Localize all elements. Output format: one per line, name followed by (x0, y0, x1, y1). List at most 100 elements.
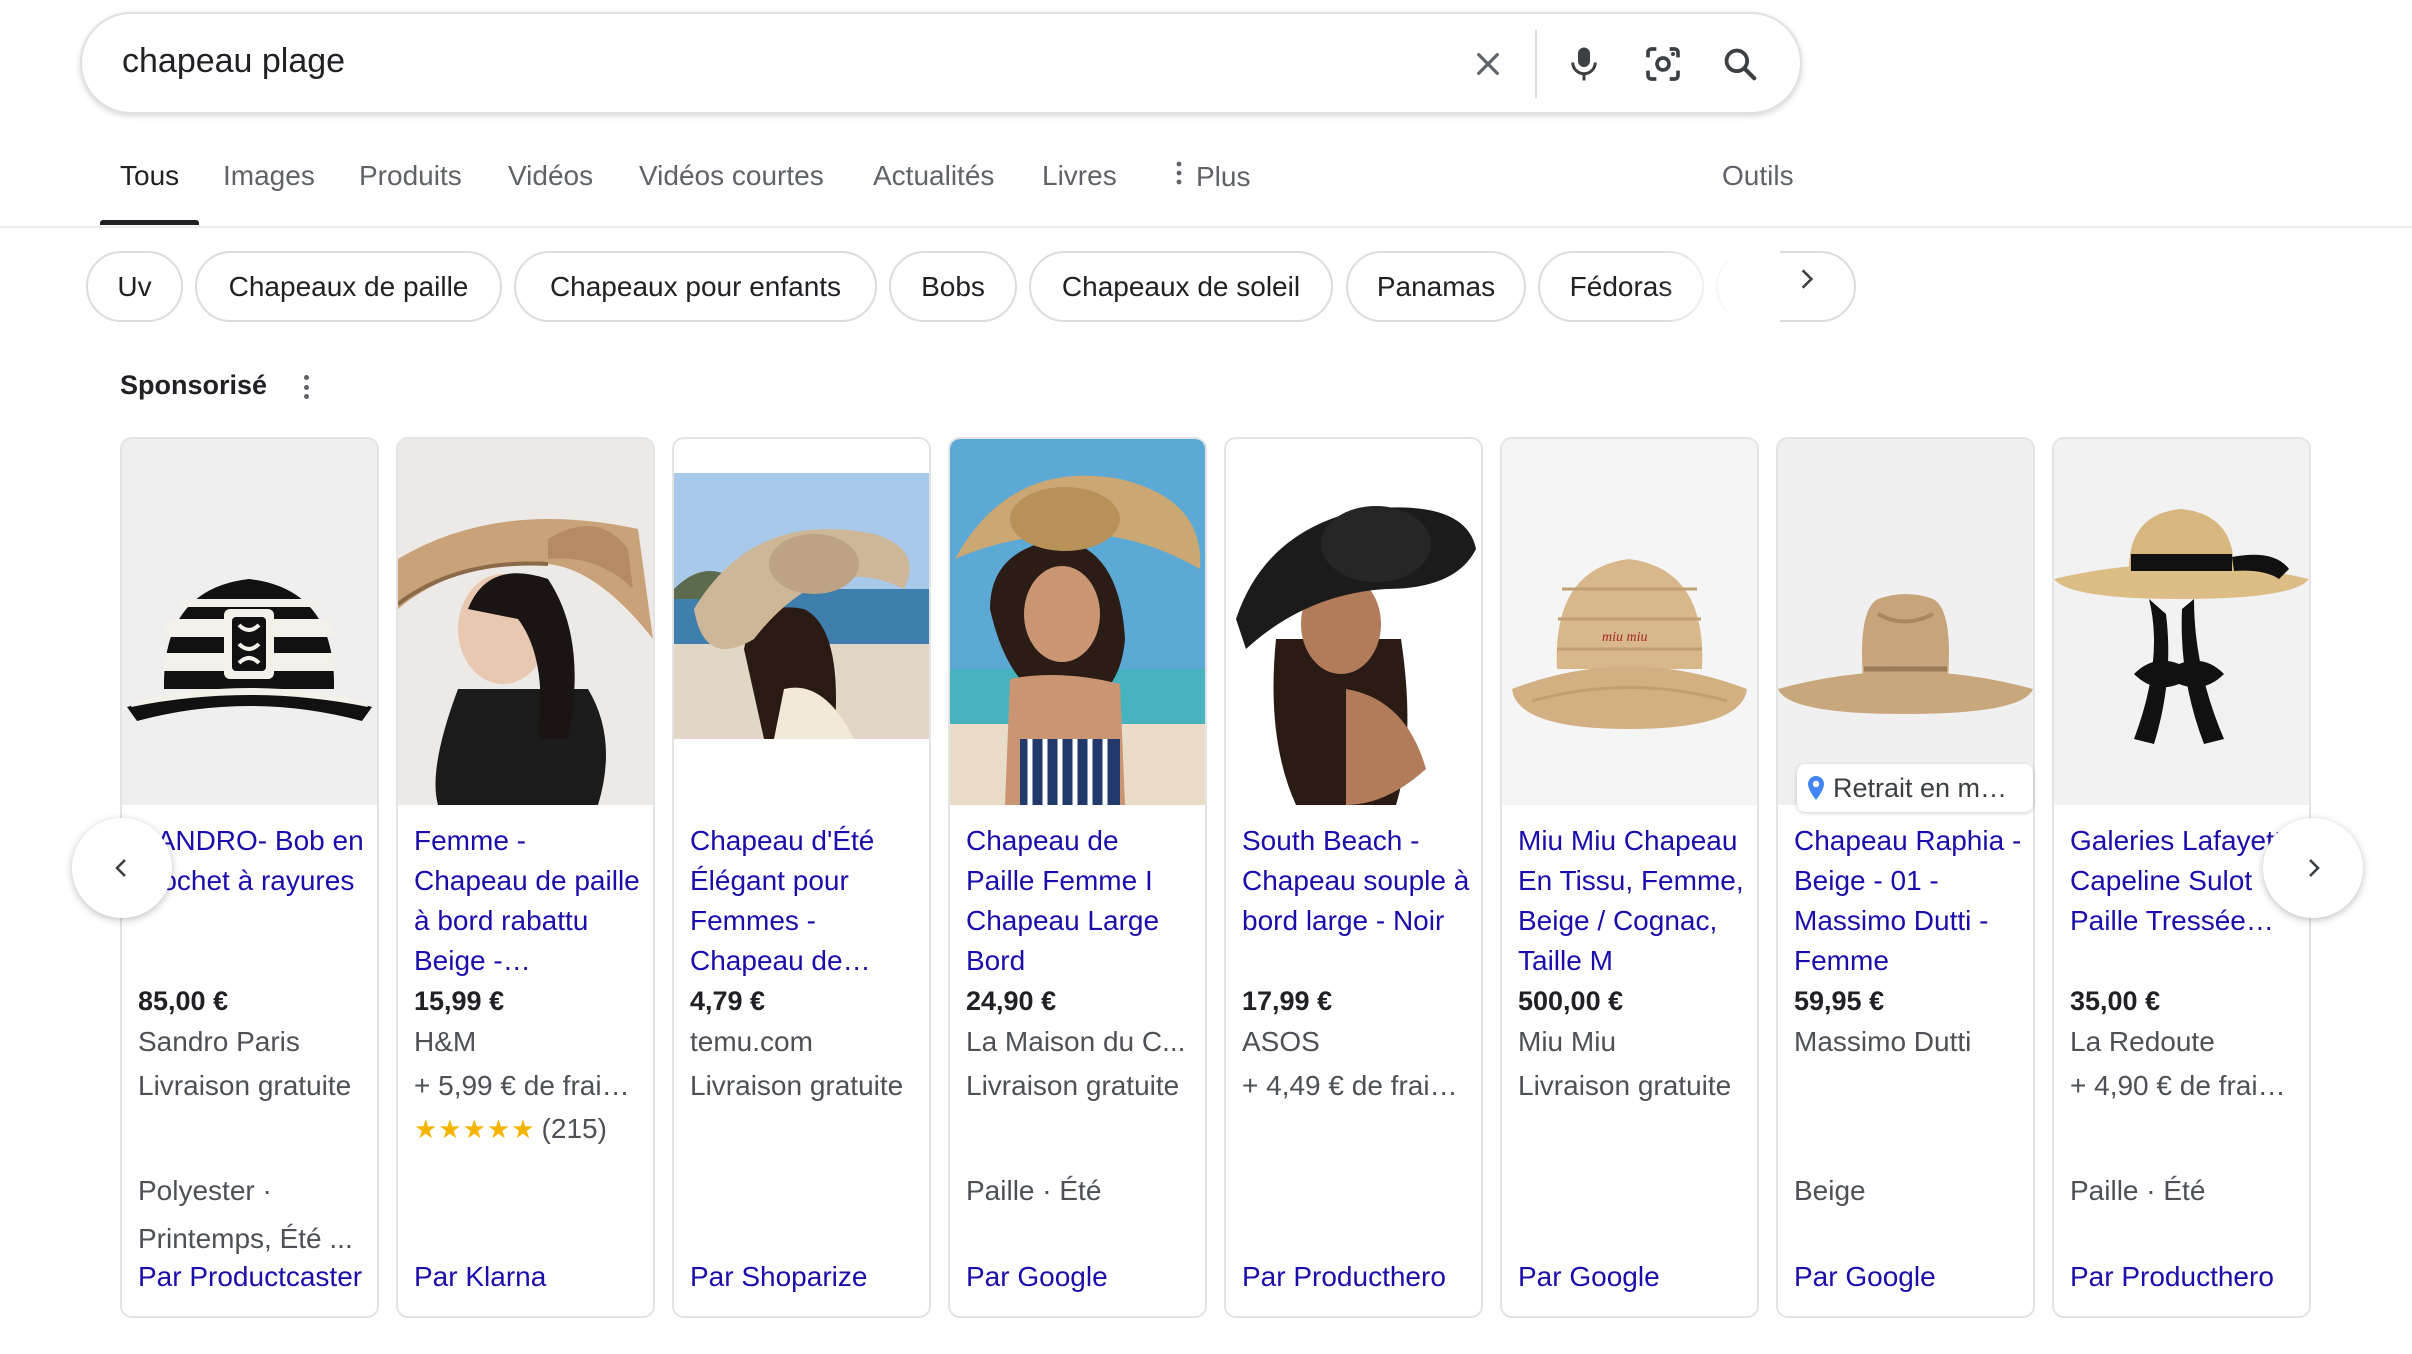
product-title[interactable]: Chapeau de Paille Femme I Chapeau Large … (966, 821, 1194, 981)
product-provider-link[interactable]: Par Google (1794, 1261, 1936, 1293)
tools-button[interactable]: Outils (1722, 160, 1794, 192)
product-shipping: Livraison gratuite (1518, 1070, 1732, 1101)
product-title[interactable]: Chapeau Raphia - Beige - 01 - Massimo Du… (1794, 821, 2022, 981)
search-divider (1535, 30, 1537, 98)
svg-text:miu miu: miu miu (1602, 630, 1648, 645)
product-price: 35,00 € (2070, 986, 2161, 1016)
product-card[interactable]: Chapeau de Paille Femme I Chapeau Large … (948, 437, 1207, 1318)
product-image-straw-capeline[interactable] (2054, 439, 2309, 805)
tab-videos[interactable]: Vidéos (508, 160, 593, 192)
product-store: La Maison du C... (966, 1026, 1186, 1057)
chips-next-chevron-icon[interactable] (1790, 262, 1824, 296)
tab-products[interactable]: Produits (359, 160, 462, 192)
active-tab-indicator (100, 220, 199, 225)
product-image-large-brim-hat[interactable] (950, 439, 1205, 805)
tab-news[interactable]: Actualités (873, 160, 994, 192)
search-input[interactable]: chapeau plage (122, 42, 345, 81)
product-image-black-floppy-hat[interactable] (1226, 439, 1481, 805)
lens-camera-icon[interactable] (1637, 38, 1689, 90)
product-provider-link[interactable]: Par Producthero (2070, 1261, 2274, 1293)
location-pin-icon (1808, 776, 1824, 800)
product-title[interactable]: Femme - Chapeau de paille à bord rabattu… (414, 821, 642, 981)
chip-kids-hats[interactable]: Chapeaux pour enfants (514, 251, 877, 322)
product-attributes: Polyester · Printemps, Été ... (138, 1167, 368, 1263)
product-store: temu.com (690, 1026, 813, 1057)
product-store: Miu Miu (1518, 1026, 1617, 1057)
product-attributes: Paille · Été (2070, 1167, 2300, 1215)
store-pickup-badge[interactable]: Retrait en m… (1797, 764, 2033, 812)
microphone-icon[interactable] (1558, 38, 1610, 90)
tab-more-label: Plus (1196, 161, 1251, 192)
product-image-bucket-hat[interactable] (122, 439, 377, 805)
product-price: 500,00 € (1518, 986, 1624, 1016)
clear-search-icon[interactable] (1462, 38, 1514, 90)
product-provider-link[interactable]: Par Google (966, 1261, 1108, 1293)
product-attribute: Printemps, Été ... (138, 1223, 353, 1254)
product-rating: ★★★★★ (215) (414, 1113, 607, 1145)
product-provider-link[interactable]: Par Klarna (414, 1261, 546, 1293)
chip-straw-hats[interactable]: Chapeaux de paille (195, 251, 502, 322)
product-card[interactable]: Chapeau d'Été Élégant pour Femmes - Chap… (672, 437, 931, 1318)
sponsored-label: Sponsorisé (120, 370, 268, 400)
chip-bucket-hats[interactable]: Bobs (889, 251, 1017, 322)
product-title[interactable]: Miu Miu Chapeau En Tissu, Femme, Beige /… (1518, 821, 1746, 981)
product-image-raffia-fedora[interactable] (1778, 439, 2033, 805)
star-rating-icon: ★★★★★ (414, 1113, 536, 1144)
tab-images[interactable]: Images (223, 160, 315, 192)
chevron-left-icon (115, 859, 126, 877)
product-price: 4,79 € (690, 986, 766, 1016)
product-store: Massimo Dutti (1794, 1026, 1972, 1057)
tab-all[interactable]: Tous (120, 160, 179, 192)
product-store: H&M (414, 1026, 477, 1057)
product-title[interactable]: SANDRO- Bob en crochet à rayures (138, 821, 366, 901)
carousel-next-button[interactable] (2263, 818, 2363, 918)
more-vert-icon (1174, 160, 1184, 193)
tab-more[interactable]: Plus (1174, 160, 1250, 193)
product-attribute: Beige (1794, 1175, 1866, 1206)
product-shipping: Livraison gratuite (690, 1070, 904, 1101)
product-shipping: + 4,49 € de frai… (1242, 1070, 1458, 1101)
product-shipping: + 4,90 € de frai… (2070, 1070, 2286, 1101)
chip-sun-hats[interactable]: Chapeaux de soleil (1029, 251, 1333, 322)
review-count: (215) (541, 1113, 607, 1144)
product-attributes: Paille · Été (966, 1167, 1196, 1215)
product-card[interactable]: South Beach - Chapeau souple à bord larg… (1224, 437, 1483, 1318)
product-card[interactable]: Femme - Chapeau de paille à bord rabattu… (396, 437, 655, 1318)
product-store: ASOS (1242, 1026, 1320, 1057)
product-card[interactable]: Chapeau Raphia - Beige - 01 - Massimo Du… (1776, 437, 2035, 1318)
chips-fade (1660, 248, 1780, 326)
product-provider-link[interactable]: Par Shoparize (690, 1261, 867, 1293)
product-provider-link[interactable]: Par Google (1518, 1261, 1660, 1293)
product-card[interactable]: miu miu Miu Miu Chapeau En Tissu, Femme,… (1500, 437, 1759, 1318)
search-icon[interactable] (1714, 38, 1766, 90)
tab-books[interactable]: Livres (1042, 160, 1117, 192)
product-price: 15,99 € (414, 986, 505, 1016)
product-price: 59,95 € (1794, 986, 1885, 1016)
product-provider-link[interactable]: Par Productcaster (138, 1261, 362, 1293)
product-shipping: + 5,99 € de frai… (414, 1070, 630, 1101)
chevron-right-icon (2309, 859, 2320, 877)
product-store: La Redoute (2070, 1026, 2215, 1057)
chip-panamas[interactable]: Panamas (1346, 251, 1526, 322)
product-image-beach-hat[interactable] (674, 439, 929, 805)
store-pickup-label: Retrait en m… (1833, 772, 2008, 803)
search-tabs: Tous Images Produits Vidéos Vidéos court… (100, 160, 2400, 228)
product-shipping: Livraison gratuite (966, 1070, 1180, 1101)
product-title[interactable]: South Beach - Chapeau souple à bord larg… (1242, 821, 1470, 941)
product-image-woman-straw-hat[interactable] (398, 439, 653, 805)
tab-short-videos[interactable]: Vidéos courtes (639, 160, 824, 192)
product-shipping: Livraison gratuite (138, 1070, 352, 1101)
product-provider-link[interactable]: Par Producthero (1242, 1261, 1446, 1293)
product-store: Sandro Paris (138, 1026, 300, 1057)
carousel-prev-button[interactable] (72, 818, 172, 918)
chip-uv[interactable]: Uv (86, 251, 183, 322)
product-title[interactable]: Chapeau d'Été Élégant pour Femmes - Chap… (690, 821, 918, 981)
search-box[interactable]: chapeau plage (80, 12, 1802, 114)
product-image-crochet-bucket-hat[interactable]: miu miu (1502, 439, 1757, 805)
product-attributes: Beige (1794, 1167, 2024, 1215)
product-attribute: Paille · Été (2070, 1175, 2206, 1206)
sponsored-menu-icon[interactable] (296, 372, 316, 402)
tabs-divider (0, 226, 2412, 228)
product-attribute: Paille · Été (966, 1175, 1102, 1206)
product-attribute: Polyester · (138, 1175, 272, 1206)
